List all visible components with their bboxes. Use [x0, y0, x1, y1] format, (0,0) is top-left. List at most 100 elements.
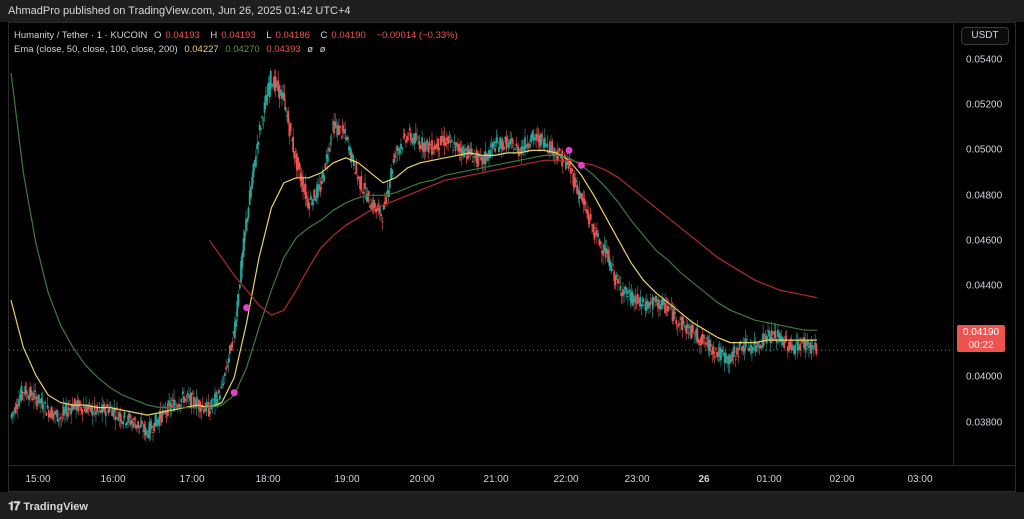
high-value: 0.04193	[221, 30, 256, 41]
candle-body	[128, 414, 131, 418]
candle-body	[320, 181, 323, 185]
candle-body	[408, 128, 411, 131]
candle-body	[627, 296, 629, 297]
candle-body	[185, 396, 188, 397]
candle-body	[132, 422, 135, 428]
time-tick: 03:00	[907, 474, 933, 485]
chart-legend: Humanity / Tether · 1 · KUCOIN O 0.04193 …	[14, 29, 462, 57]
candle-body	[571, 168, 573, 172]
candle-body	[231, 341, 234, 348]
candle-body	[298, 162, 301, 170]
candle-body	[543, 137, 546, 148]
candle-body	[676, 325, 679, 327]
candle-body	[672, 308, 675, 320]
candle-body	[655, 296, 658, 303]
close-value: 0.04190	[331, 30, 366, 41]
high-label: H	[210, 30, 218, 41]
candle-body	[11, 411, 14, 416]
candle-body	[416, 137, 418, 138]
candle-body	[674, 311, 676, 314]
candle-body	[35, 396, 38, 406]
candle-body	[428, 141, 431, 146]
low-value: 0.04186	[275, 30, 310, 41]
candle-body	[362, 192, 365, 194]
candle-body	[754, 345, 757, 353]
candle-body	[675, 320, 678, 325]
candle-body	[493, 141, 495, 148]
candle-body	[292, 136, 294, 152]
candle-body	[266, 95, 268, 105]
symbol-legend-row[interactable]: Humanity / Tether · 1 · KUCOIN O 0.04193 …	[14, 29, 462, 43]
candle-body	[209, 411, 211, 414]
candle-body	[243, 231, 246, 243]
candle-body	[503, 146, 505, 150]
candle-body	[784, 335, 787, 343]
time-tick: 20:00	[409, 474, 435, 485]
candle-body	[610, 269, 613, 272]
candle-body	[558, 148, 561, 152]
candle-body	[505, 136, 508, 150]
ema-cross-marker	[243, 304, 251, 312]
candle-body	[97, 411, 100, 412]
candle-body	[251, 176, 254, 189]
candle-body	[710, 344, 712, 347]
candle-body	[728, 354, 731, 365]
candle-body	[623, 290, 626, 295]
currency-button[interactable]: USDT	[961, 27, 1009, 45]
candle-body	[59, 417, 61, 420]
candle-body	[314, 198, 317, 202]
candle-body	[367, 190, 370, 195]
indicator-extra-1: ø	[307, 44, 314, 55]
indicator-title[interactable]: Ema (close, 50, close, 100, close, 200)	[14, 44, 178, 55]
candle-body	[235, 319, 237, 328]
candle-body	[524, 137, 526, 152]
chart-plot-area[interactable]	[9, 23, 953, 465]
candle-body	[743, 347, 746, 353]
candle-body	[494, 148, 497, 152]
candle-body	[252, 163, 255, 177]
candle-body	[339, 125, 342, 128]
candle-body	[45, 412, 48, 416]
candle-body	[733, 346, 736, 354]
time-tick: 21:00	[483, 474, 509, 485]
tradingview-logo-icon: 𝟏𝟕	[8, 499, 20, 513]
candle-body	[744, 339, 747, 348]
candle-body	[283, 93, 286, 101]
time-tick: 15:00	[25, 474, 51, 485]
candle-body	[30, 390, 33, 396]
candle-body	[470, 148, 473, 156]
candle-body	[679, 323, 681, 324]
candle-body	[215, 391, 218, 398]
candle-body	[432, 151, 435, 154]
candle-body	[174, 403, 177, 405]
candle-body	[385, 196, 387, 205]
candle-body	[238, 284, 241, 289]
candle-body	[614, 275, 617, 286]
candle-body	[152, 432, 154, 433]
candle-body	[597, 233, 600, 238]
candle-body	[44, 402, 46, 404]
symbol-title[interactable]: Humanity / Tether · 1 · KUCOIN	[14, 30, 147, 41]
candle-body	[774, 330, 777, 340]
candle-body	[561, 150, 564, 167]
candle-body	[664, 302, 666, 314]
indicator-legend-row[interactable]: Ema (close, 50, close, 100, close, 200) …	[14, 43, 462, 57]
candle-body	[697, 339, 700, 343]
candle-body	[769, 334, 772, 344]
candle-body	[815, 344, 818, 354]
ema50-value: 0.04227	[184, 44, 219, 55]
candle-body	[139, 424, 142, 428]
candle-body	[687, 332, 690, 334]
candle-body	[770, 330, 773, 336]
candle-body	[133, 417, 136, 420]
candle-body	[219, 395, 221, 400]
last-price-value: 0.04190	[962, 327, 1000, 338]
candle-body	[106, 404, 108, 407]
tradingview-logo[interactable]: 𝟏𝟕 TradingView	[8, 499, 88, 514]
candle-body	[450, 140, 453, 142]
candle-body	[319, 187, 322, 192]
publish-text: AhmadPro published on TradingView.com, J…	[8, 5, 351, 17]
candle-body	[179, 404, 182, 408]
candle-body	[199, 401, 201, 413]
candle-body	[289, 123, 292, 131]
